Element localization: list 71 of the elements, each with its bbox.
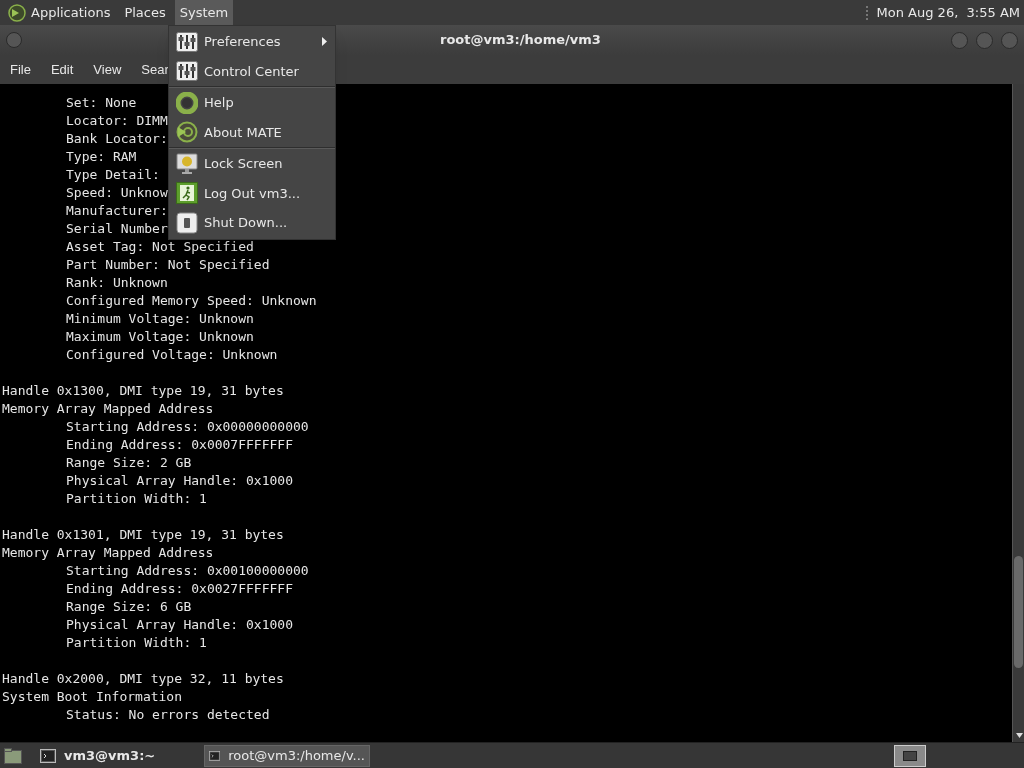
terminal-line: Physical Array Handle: 0x1000 [66,472,293,490]
terminal-line: Manufacturer: [66,202,168,220]
mate-logo-icon [8,3,26,22]
terminal-line: Locator: DIMM [66,112,168,130]
panel-handle [865,5,869,20]
menu-item[interactable]: Help [204,93,234,113]
terminal-line: Asset Tag: Not Specified [66,238,254,256]
window-title: root@vm3:/home/vm3 [440,31,601,50]
terminal-line: Bank Locator: [66,130,168,148]
power-switch-icon [176,211,198,234]
terminal-line: Range Size: 2 GB [66,454,192,472]
close-button[interactable] [1001,31,1018,49]
submenu-arrow-icon [322,37,327,47]
window-menu-button[interactable] [6,32,22,48]
menu-item[interactable]: Preferences [204,32,281,52]
panel-menu[interactable]: Places [119,0,171,25]
terminal-line: Type Detail: [66,166,160,184]
terminal-icon [209,748,221,763]
terminal-line: Minimum Voltage: Unknown [66,310,254,328]
terminal-line: Partition Width: 1 [66,634,207,652]
terminal-line: System Boot Information [2,688,182,706]
menu-item[interactable]: File [10,59,31,80]
terminal-line: Type: RAM [66,148,137,166]
workspace-switcher[interactable] [894,744,926,767]
panel-menu[interactable]: Applications [26,0,116,25]
terminal-line: Ending Address: 0x0007FFFFFFF [66,436,293,454]
monitor-lock-icon [176,152,198,175]
menu-item[interactable]: Lock Screen [204,154,283,174]
minimize-button[interactable] [951,31,968,49]
terminal-line: Partition Width: 1 [66,490,207,508]
lifebuoy-icon [176,91,198,114]
exit-door-icon [176,182,198,205]
menu-item[interactable]: Log Out vm3... [204,183,301,203]
terminal-line: Status: No errors detected [66,706,270,724]
clock[interactable]: Mon Aug 26, 3:55 AM [876,2,1020,23]
menu-item[interactable]: Control Center [204,61,299,81]
terminal-line: Maximum Voltage: Unknown [66,328,254,346]
menu-item[interactable]: Sear [141,59,169,80]
scroll-down-icon[interactable] [1016,733,1023,738]
terminal-line: Serial Number [66,220,168,238]
show-desktop-icon[interactable] [4,747,22,764]
terminal-line: Starting Address: 0x00000000000 [66,418,309,436]
menu-item[interactable]: Shut Down... [204,213,288,233]
terminal-line: Rank: Unknown [66,274,168,292]
terminal-line: Physical Array Handle: 0x1000 [66,616,293,634]
taskbar-button[interactable]: root@vm3:/home/v... [204,744,370,767]
terminal-line: Configured Voltage: Unknown [66,346,278,364]
terminal-line: Handle 0x2000, DMI type 32, 11 bytes [2,670,284,688]
taskbar-button[interactable]: vm3@vm3:~ [36,744,202,767]
menu-item[interactable]: Edit [50,59,74,80]
terminal-line: Memory Array Mapped Address [2,400,214,418]
control-panel-icon [176,31,198,52]
terminal-line: Memory Array Mapped Address [2,544,214,562]
terminal-line: Handle 0x1301, DMI type 19, 31 bytes [2,526,284,544]
terminal-line: Configured Memory Speed: Unknown [66,292,317,310]
terminal-line: Set: None [66,94,137,112]
control-panel-icon [176,61,198,82]
panel-menu[interactable]: System [174,0,234,25]
maximize-button[interactable] [976,31,993,49]
terminal-line: Speed: Unknow [66,184,168,202]
scrollbar[interactable] [1012,84,1024,742]
terminal-line: Starting Address: 0x00100000000 [66,562,309,580]
terminal-line: Ending Address: 0x0027FFFFFFF [66,580,293,598]
terminal-line: Part Number: Not Specified [66,256,270,274]
scrollbar-thumb[interactable] [1014,556,1023,668]
menu-item[interactable]: View [93,59,122,80]
menu-item[interactable]: About MATE [204,122,282,142]
terminal-line: Handle 0x1300, DMI type 19, 31 bytes [2,382,284,400]
terminal-line: Range Size: 6 GB [66,598,192,616]
mate-logo-icon [176,121,198,144]
terminal-icon [40,748,56,763]
